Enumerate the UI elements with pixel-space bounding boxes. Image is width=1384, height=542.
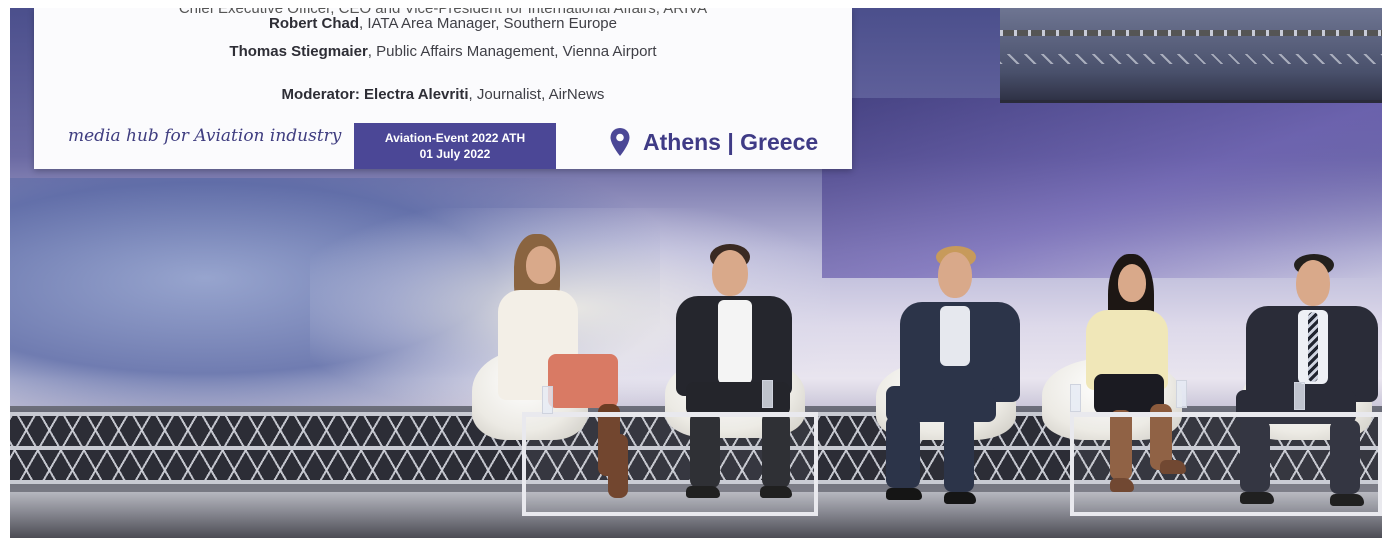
water-glass — [1070, 384, 1081, 412]
event-name: Aviation-Event 2022 ATH — [384, 131, 526, 145]
event-banner: Chief Executive Officer, CEO and Vice-Pr… — [34, 8, 852, 169]
water-glass — [762, 380, 773, 408]
speaker-role: , Public Affairs Management, Vienna Airp… — [367, 43, 657, 60]
coffee-table — [1070, 412, 1382, 516]
event-date: 01 July 2022 — [419, 147, 491, 161]
speaker-line-robert-chad: Robert Chad, IATA Area Manager, Southern… — [34, 15, 852, 32]
video-screen — [1000, 8, 1382, 103]
location-text: Athens | Greece — [643, 128, 819, 155]
moderator-name: Moderator: Electra Alevriti — [281, 86, 469, 103]
panelist-person — [880, 246, 1020, 516]
moderator-line: Moderator: Electra Alevriti, Journalist,… — [34, 86, 852, 103]
event-photo: Chief Executive Officer, CEO and Vice-Pr… — [10, 8, 1382, 538]
water-glass — [1294, 382, 1305, 410]
speaker-name: Robert Chad — [269, 15, 360, 32]
map-pin-icon — [610, 128, 630, 156]
event-location: Athens | Greece — [609, 124, 818, 160]
moderator-role: , Journalist, AirNews — [468, 86, 605, 103]
coffee-table — [522, 412, 818, 516]
tagline: media hub for Aviation industry — [68, 126, 342, 146]
speaker-line-thomas-stiegmaier: Thomas Stiegmaier, Public Affairs Manage… — [34, 43, 852, 60]
water-glass — [1176, 380, 1187, 408]
speaker-name: Thomas Stiegmaier — [229, 43, 368, 60]
event-date-box: Aviation-Event 2022 ATH 01 July 2022 — [354, 123, 556, 169]
water-glass — [542, 386, 553, 414]
speaker-role: , IATA Area Manager, Southern Europe — [359, 15, 617, 32]
